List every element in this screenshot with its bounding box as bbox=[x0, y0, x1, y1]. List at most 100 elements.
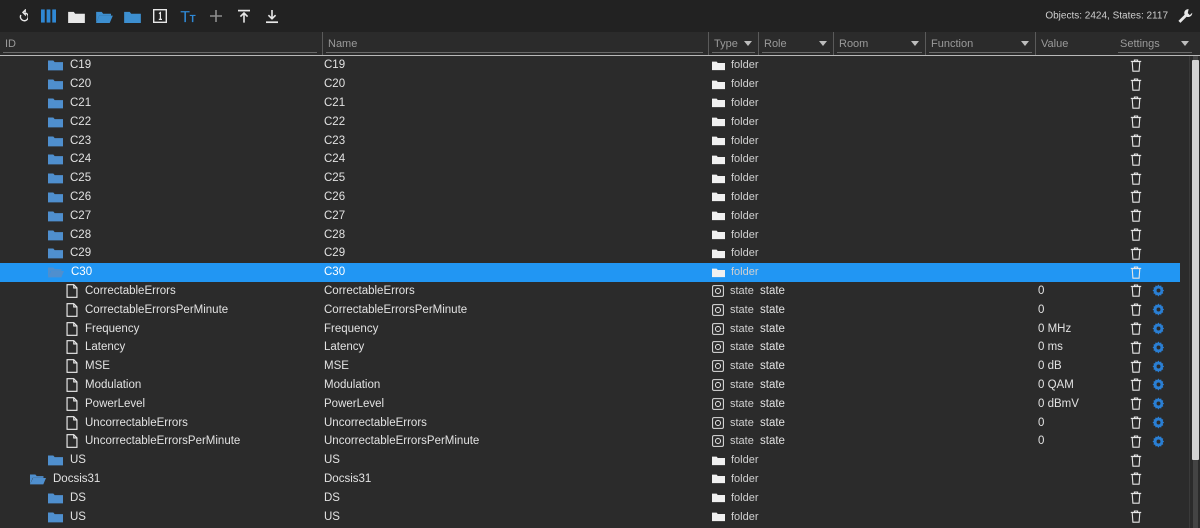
table-row[interactable]: DS DS folder bbox=[0, 488, 1180, 507]
table-row[interactable]: C24 C24 folder bbox=[0, 150, 1180, 169]
chevron-down-icon[interactable] bbox=[1021, 41, 1029, 46]
delete-icon[interactable] bbox=[1130, 171, 1143, 185]
object-table[interactable]: C19 C19 folder C20 C20 folder C21 C21 folder C22 C… bbox=[0, 56, 1200, 528]
row-value-label: 0 dB bbox=[1038, 360, 1062, 373]
delete-icon[interactable] bbox=[1130, 77, 1143, 91]
gear-icon[interactable] bbox=[1152, 434, 1165, 448]
table-row[interactable]: UncorrectableErrorsPerMinute Uncorrectabl… bbox=[0, 432, 1180, 451]
row-id-label: C20 bbox=[70, 78, 92, 91]
row-name-label: Frequency bbox=[324, 322, 379, 335]
folder-closed-icon[interactable] bbox=[62, 2, 90, 30]
delete-icon[interactable] bbox=[1130, 322, 1143, 336]
delete-icon[interactable] bbox=[1130, 303, 1143, 317]
delete-icon[interactable] bbox=[1130, 359, 1143, 373]
type-underline bbox=[712, 52, 755, 53]
export-icon[interactable] bbox=[258, 2, 286, 30]
chevron-down-icon[interactable] bbox=[744, 41, 752, 46]
refresh-icon[interactable] bbox=[6, 2, 34, 30]
table-row[interactable]: C25 C25 folder bbox=[0, 169, 1180, 188]
columns-icon[interactable] bbox=[34, 2, 62, 30]
delete-icon[interactable] bbox=[1130, 209, 1143, 223]
table-row[interactable]: Latency Latency state state 0 ms bbox=[0, 338, 1180, 357]
import-icon[interactable] bbox=[230, 2, 258, 30]
gear-icon[interactable] bbox=[1152, 416, 1165, 430]
table-row[interactable]: Docsis31 Docsis31 folder bbox=[0, 470, 1180, 489]
table-row[interactable]: C27 C27 folder bbox=[0, 206, 1180, 225]
chevron-down-icon[interactable] bbox=[819, 41, 827, 46]
row-name-label: C27 bbox=[324, 209, 346, 222]
table-row[interactable]: C20 C20 folder bbox=[0, 75, 1180, 94]
scrollbar-thumb[interactable] bbox=[1192, 60, 1199, 460]
delete-icon[interactable] bbox=[1130, 228, 1143, 242]
table-row[interactable]: C22 C22 folder bbox=[0, 112, 1180, 131]
gear-icon[interactable] bbox=[1152, 397, 1165, 411]
chevron-down-icon[interactable] bbox=[1181, 41, 1189, 46]
row-value-cell: 0 bbox=[1038, 432, 1123, 451]
row-type-label: folder bbox=[731, 59, 759, 72]
filter-settings[interactable]: Settings bbox=[1115, 32, 1195, 55]
row-role-cell bbox=[760, 225, 870, 244]
table-row[interactable]: US US folder bbox=[0, 507, 1180, 526]
table-row[interactable]: C28 C28 folder bbox=[0, 225, 1180, 244]
table-row[interactable]: PowerLevel PowerLevel state state 0 dBmV bbox=[0, 394, 1180, 413]
table-row[interactable]: UncorrectableErrors UncorrectableErrors st… bbox=[0, 413, 1180, 432]
text-size-icon[interactable] bbox=[174, 2, 202, 30]
table-row[interactable]: C30 C30 folder bbox=[0, 262, 1180, 282]
delete-icon[interactable] bbox=[1130, 246, 1143, 260]
level-one-icon[interactable] bbox=[146, 2, 174, 30]
table-row[interactable]: Modulation Modulation state state 0 QAM bbox=[0, 376, 1180, 395]
delete-icon[interactable] bbox=[1130, 284, 1143, 298]
gear-icon[interactable] bbox=[1152, 303, 1165, 317]
table-row[interactable]: C21 C21 folder bbox=[0, 94, 1180, 113]
filter-room[interactable]: Room bbox=[833, 32, 925, 55]
filter-value[interactable]: Value bbox=[1035, 32, 1115, 55]
gear-icon[interactable] bbox=[1152, 340, 1165, 354]
delete-icon[interactable] bbox=[1130, 265, 1143, 279]
table-row[interactable]: CorrectableErrorsPerMinute CorrectableErr… bbox=[0, 300, 1180, 319]
folder-open-icon[interactable] bbox=[90, 2, 118, 30]
filter-id[interactable]: ID bbox=[0, 32, 320, 55]
delete-icon[interactable] bbox=[1130, 152, 1143, 166]
gear-icon[interactable] bbox=[1152, 284, 1165, 298]
delete-icon[interactable] bbox=[1130, 434, 1143, 448]
table-row[interactable]: Frequency Frequency state state 0 MHz bbox=[0, 319, 1180, 338]
delete-icon[interactable] bbox=[1130, 472, 1143, 486]
delete-icon[interactable] bbox=[1130, 96, 1143, 110]
add-icon[interactable] bbox=[202, 2, 230, 30]
gear-icon[interactable] bbox=[1152, 359, 1165, 373]
table-row[interactable]: C23 C23 folder bbox=[0, 131, 1180, 150]
delete-icon[interactable] bbox=[1130, 397, 1143, 411]
filter-name[interactable]: Name bbox=[322, 32, 706, 55]
delete-icon[interactable] bbox=[1130, 378, 1143, 392]
gear-icon[interactable] bbox=[1152, 322, 1165, 336]
row-name-label: PowerLevel bbox=[324, 397, 385, 410]
row-role-cell: state bbox=[760, 432, 870, 451]
table-row[interactable]: MSE MSE state state 0 dB bbox=[0, 357, 1180, 376]
filter-role[interactable]: Role bbox=[758, 32, 833, 55]
delete-icon[interactable] bbox=[1130, 190, 1143, 204]
gear-icon[interactable] bbox=[1152, 378, 1165, 392]
row-value-cell: 0 dBmV bbox=[1038, 394, 1123, 413]
delete-icon[interactable] bbox=[1130, 416, 1143, 430]
filter-type[interactable]: Type bbox=[708, 32, 758, 55]
delete-icon[interactable] bbox=[1130, 453, 1143, 467]
row-role-cell bbox=[760, 470, 870, 489]
delete-icon[interactable] bbox=[1130, 58, 1143, 72]
delete-icon[interactable] bbox=[1130, 340, 1143, 354]
state-type-icon bbox=[712, 303, 724, 316]
table-row[interactable]: C19 C19 folder bbox=[0, 56, 1180, 75]
table-row[interactable]: US US folder bbox=[0, 451, 1180, 470]
table-row[interactable]: CorrectableErrors CorrectableErrors state s… bbox=[0, 282, 1180, 301]
vertical-scrollbar[interactable] bbox=[1189, 56, 1200, 528]
row-id-cell: Modulation bbox=[0, 376, 320, 395]
chevron-down-icon[interactable] bbox=[911, 41, 919, 46]
delete-icon[interactable] bbox=[1130, 134, 1143, 148]
folder-filled-icon[interactable] bbox=[118, 2, 146, 30]
filter-function[interactable]: Function bbox=[925, 32, 1035, 55]
wrench-icon[interactable] bbox=[1175, 6, 1195, 26]
table-row[interactable]: C26 C26 folder bbox=[0, 188, 1180, 207]
delete-icon[interactable] bbox=[1130, 491, 1143, 505]
delete-icon[interactable] bbox=[1130, 510, 1143, 524]
table-row[interactable]: C29 C29 folder bbox=[0, 244, 1180, 263]
delete-icon[interactable] bbox=[1130, 115, 1143, 129]
